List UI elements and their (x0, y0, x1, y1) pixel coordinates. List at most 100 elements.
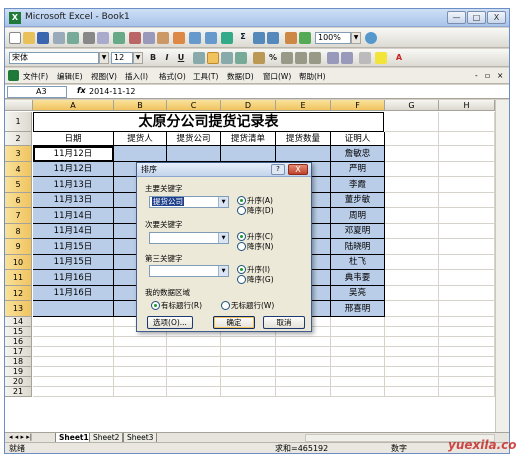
grid-cell[interactable] (439, 347, 495, 357)
table-cell[interactable]: 邢喜明 (331, 301, 385, 317)
grid-cell[interactable] (33, 317, 114, 327)
grid-cell[interactable] (33, 337, 114, 347)
grid-cell[interactable] (439, 208, 495, 224)
table-cell[interactable]: 杜飞 (331, 255, 385, 270)
grid-cell[interactable] (331, 367, 385, 377)
table-cell[interactable] (167, 146, 221, 162)
grid-cell[interactable] (167, 337, 221, 347)
redo-icon[interactable] (205, 32, 217, 44)
menu-edit[interactable]: 编辑(E) (57, 71, 83, 82)
cut-icon[interactable] (129, 32, 141, 44)
row-header[interactable]: 20 (5, 377, 32, 387)
row-header[interactable]: 6 (5, 193, 32, 208)
permission-icon[interactable] (53, 32, 65, 44)
tab-nav-icon[interactable]: ◂ ◂ ▸ ▸| (9, 433, 32, 441)
row-header[interactable]: 10 (5, 255, 32, 270)
grid-cell[interactable] (114, 367, 167, 377)
grid-cell[interactable] (385, 162, 439, 177)
row-header[interactable]: 15 (5, 327, 32, 337)
help-icon[interactable] (365, 32, 377, 44)
table-cell[interactable] (276, 146, 331, 162)
select-all-corner[interactable] (5, 100, 33, 111)
dialog-close-button[interactable]: X (288, 164, 308, 175)
grid-cell[interactable] (385, 132, 439, 146)
grid-cell[interactable] (385, 255, 439, 270)
table-cell[interactable]: 吴亮 (331, 286, 385, 301)
grid-cell[interactable] (385, 239, 439, 255)
workbook-icon[interactable] (8, 70, 19, 81)
formula-input[interactable]: 2014-11-12 (89, 87, 136, 96)
print-preview-icon[interactable] (97, 32, 109, 44)
align-left-icon[interactable] (193, 52, 205, 64)
table-cell[interactable]: 陆晓明 (331, 239, 385, 255)
grid-cell[interactable] (439, 301, 495, 317)
decrease-indent-icon[interactable] (327, 52, 339, 64)
grid-cell[interactable] (385, 387, 439, 397)
table-cell[interactable]: 11月14日 (33, 224, 114, 239)
grid-cell[interactable] (33, 387, 114, 397)
grid-cell[interactable] (167, 357, 221, 367)
grid-cell[interactable] (276, 367, 331, 377)
increase-indent-icon[interactable] (341, 52, 353, 64)
column-header[interactable]: B (114, 100, 167, 111)
column-header[interactable]: F (331, 100, 385, 111)
fill-color-icon[interactable] (375, 52, 387, 64)
table-cell[interactable]: 11月12日 (33, 146, 114, 162)
grid-cell[interactable] (385, 177, 439, 193)
format-painter-icon[interactable] (173, 32, 185, 44)
decrease-decimal-icon[interactable] (309, 52, 321, 64)
table-cell[interactable]: 董步敏 (331, 193, 385, 208)
increase-decimal-icon[interactable] (295, 52, 307, 64)
font-color-icon[interactable]: A (393, 52, 405, 64)
grid-cell[interactable] (114, 347, 167, 357)
options-button[interactable]: 选项(O)... (147, 316, 193, 329)
grid-cell[interactable] (385, 224, 439, 239)
grid-cell[interactable] (439, 327, 495, 337)
grid-cell[interactable] (385, 193, 439, 208)
table-cell[interactable]: 11月16日 (33, 286, 114, 301)
email-icon[interactable] (67, 32, 79, 44)
column-header[interactable]: A (33, 100, 114, 111)
row-header[interactable]: 21 (5, 387, 32, 397)
row-header[interactable]: 18 (5, 357, 32, 367)
grid-cell[interactable] (385, 317, 439, 327)
row-header[interactable]: 13 (5, 301, 32, 317)
menu-format[interactable]: 格式(O) (159, 71, 186, 82)
secondary-desc-radio[interactable]: 降序(N) (237, 241, 273, 252)
grid-cell[interactable] (385, 367, 439, 377)
grid-cell[interactable] (221, 347, 276, 357)
grid-cell[interactable] (114, 377, 167, 387)
table-cell[interactable]: 11月14日 (33, 208, 114, 224)
grid-cell[interactable] (221, 357, 276, 367)
column-header[interactable]: E (276, 100, 331, 111)
grid-cell[interactable] (276, 377, 331, 387)
table-cell[interactable]: 严明 (331, 162, 385, 177)
menu-minimize-icon[interactable]: - (475, 71, 478, 80)
grid-cell[interactable] (439, 177, 495, 193)
grid-cell[interactable] (385, 377, 439, 387)
grid-cell[interactable] (167, 347, 221, 357)
grid-cell[interactable] (331, 377, 385, 387)
grid-cell[interactable] (33, 347, 114, 357)
currency-icon[interactable] (253, 52, 265, 64)
primary-desc-radio[interactable]: 降序(D) (237, 205, 274, 216)
grid-cell[interactable] (385, 112, 439, 132)
grid-cell[interactable] (385, 146, 439, 162)
table-cell[interactable]: 李霞 (331, 177, 385, 193)
grid-cell[interactable] (221, 387, 276, 397)
table-cell[interactable]: 11月12日 (33, 162, 114, 177)
grid-cell[interactable] (439, 357, 495, 367)
table-header-cell[interactable]: 日期 (33, 132, 114, 146)
drawing-icon[interactable] (299, 32, 311, 44)
grid-cell[interactable] (439, 387, 495, 397)
menu-data[interactable]: 数据(D) (227, 71, 254, 82)
align-center-icon[interactable] (207, 52, 219, 64)
table-header-cell[interactable]: 提货数量 (276, 132, 331, 146)
grid-cell[interactable] (385, 301, 439, 317)
grid-cell[interactable] (385, 270, 439, 286)
grid-cell[interactable] (439, 367, 495, 377)
grid-cell[interactable] (439, 270, 495, 286)
font-size-dropdown-icon[interactable]: ▼ (133, 52, 143, 64)
fx-icon[interactable]: fx (77, 86, 86, 95)
column-header[interactable]: D (221, 100, 276, 111)
